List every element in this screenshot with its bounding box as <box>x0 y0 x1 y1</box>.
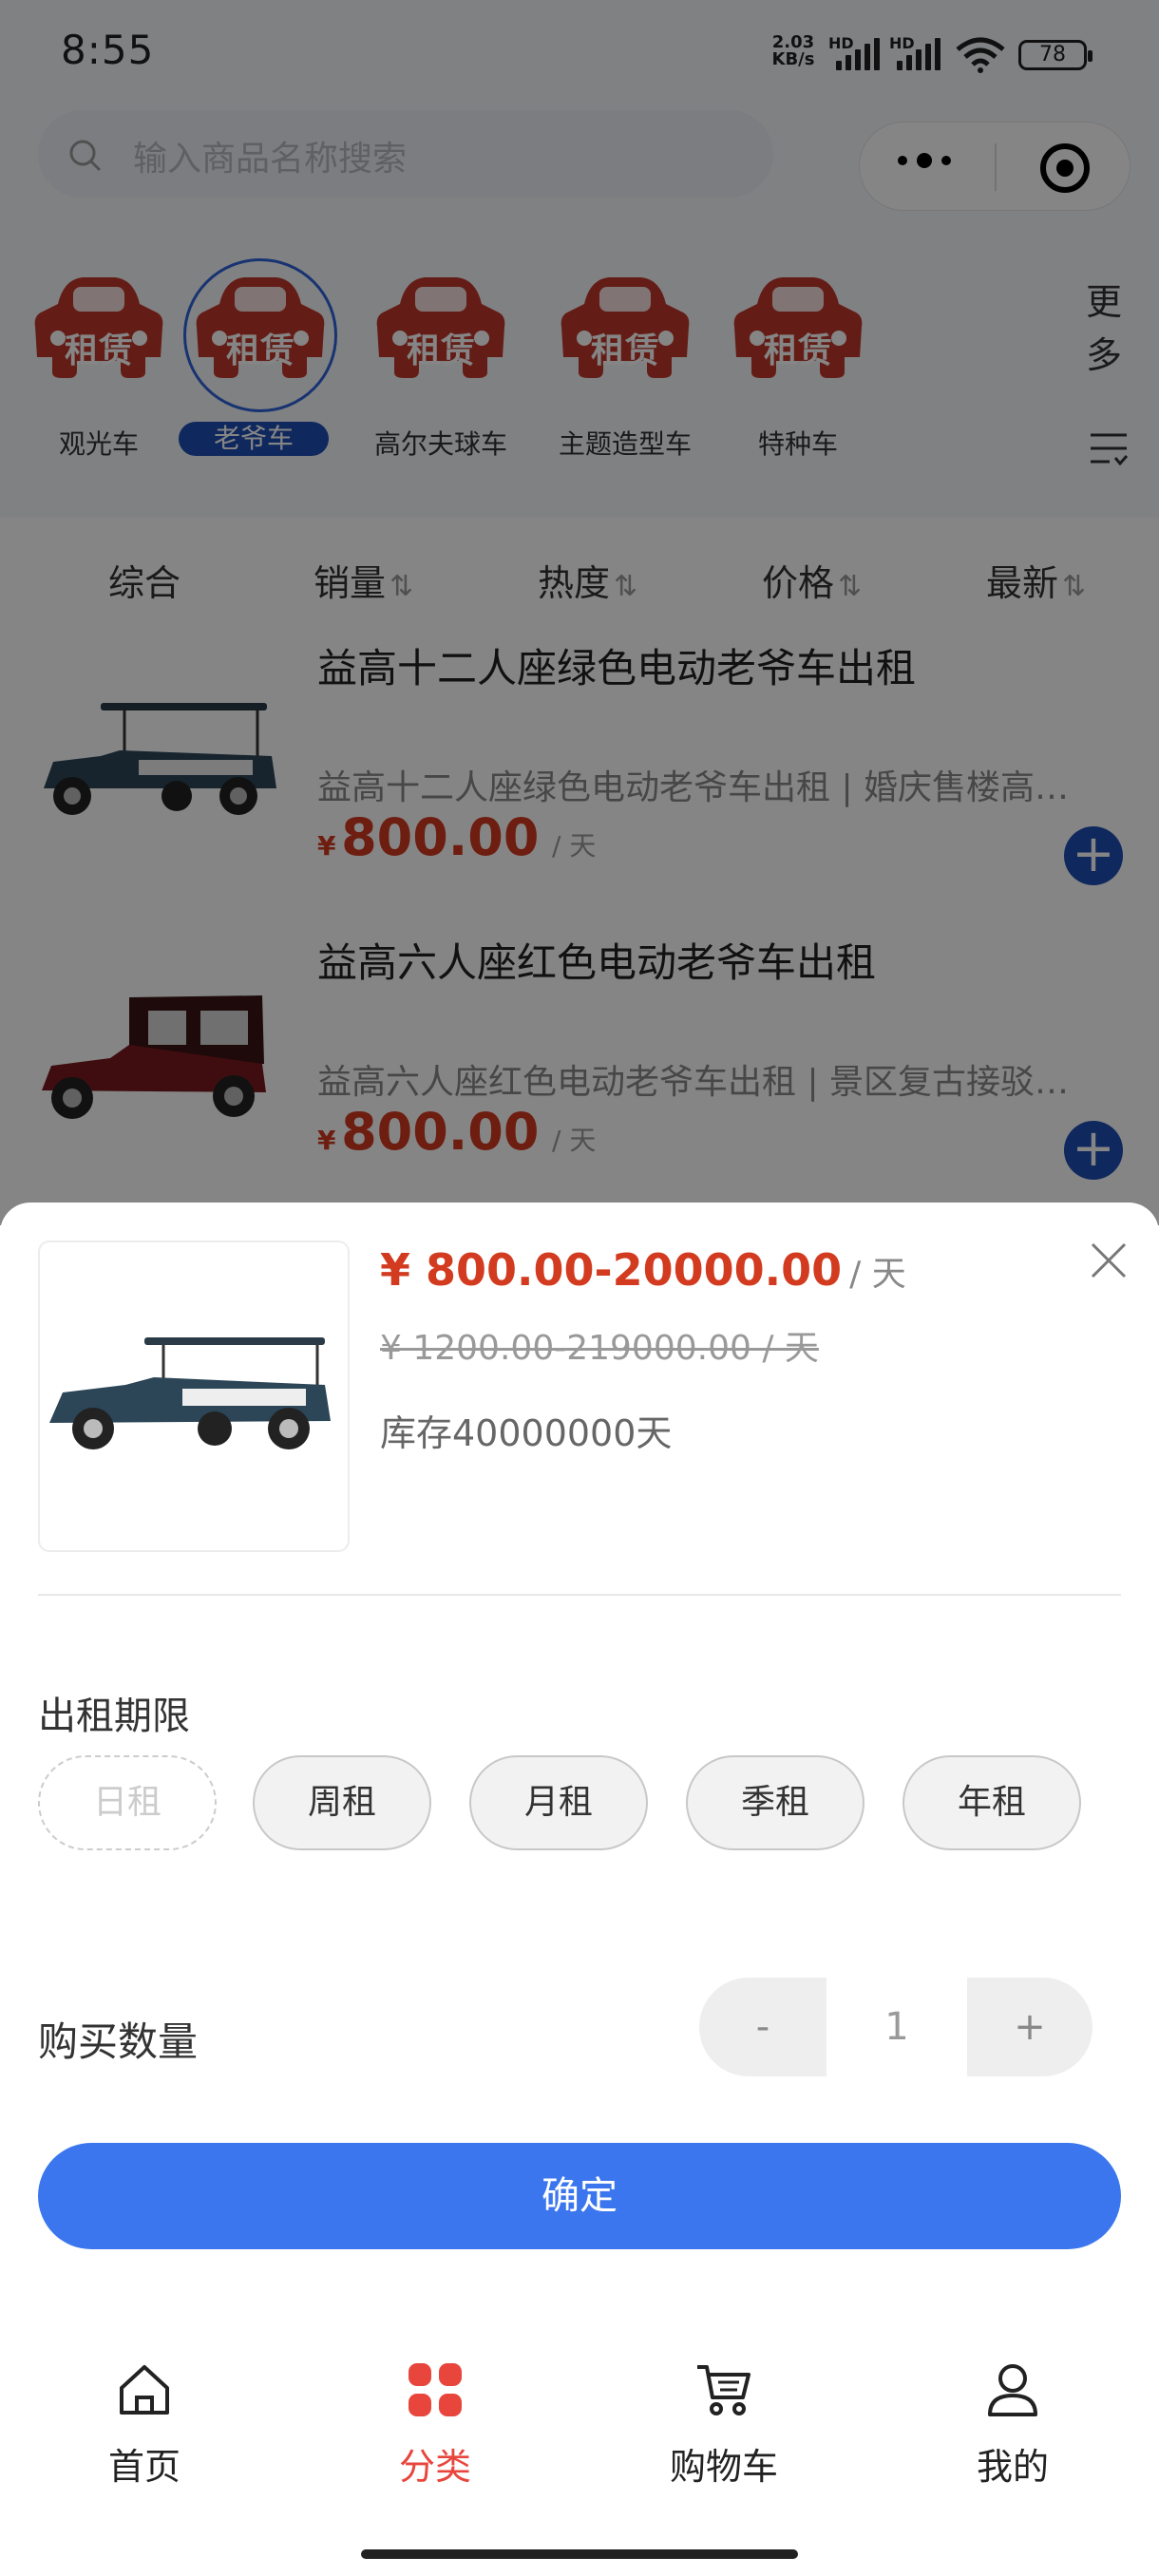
period-chip-quarterly[interactable]: 季租 <box>686 1755 864 1850</box>
cart-icon <box>697 2365 750 2415</box>
price-range: ¥ 800.00-20000.00 <box>380 1244 843 1296</box>
divider <box>38 1594 1121 1596</box>
category-icon <box>408 2363 462 2416</box>
quantity-stepper: - 1 + <box>699 1978 1092 2076</box>
home-indicator <box>361 2549 798 2559</box>
modal-overlay[interactable] <box>0 0 1159 1225</box>
user-icon <box>988 2364 1037 2416</box>
tab-mine[interactable]: 我的 <box>937 2359 1089 2490</box>
app-page: 8:55 2.03 KB/s HD HD 78 输入商品名称搜索 租赁 观光车 … <box>0 0 1159 2576</box>
period-chip-yearly[interactable]: 年租 <box>902 1755 1081 1850</box>
tab-home[interactable]: 首页 <box>68 2359 220 2490</box>
quantity-label: 购买数量 <box>38 2018 199 2065</box>
rental-period-label: 出租期限 <box>38 1695 190 1738</box>
period-chip-monthly[interactable]: 月租 <box>469 1755 648 1850</box>
home-icon <box>120 2365 169 2415</box>
tab-label: 购物车 <box>669 2446 778 2488</box>
stock-text: 库存40000000天 <box>380 1412 673 1454</box>
tab-category[interactable]: 分类 <box>359 2359 511 2490</box>
price-unit: / 天 <box>849 1255 906 1294</box>
tab-label: 我的 <box>976 2446 1049 2488</box>
period-chip-weekly[interactable]: 周租 <box>253 1755 431 1850</box>
confirm-button[interactable]: 确定 <box>38 2143 1121 2249</box>
period-chip-daily: 日租 <box>38 1755 217 1850</box>
sheet-price: ¥ 800.00-20000.00/ 天 <box>380 1244 906 1296</box>
bottom-tab-bar: 首页 分类 购物车 我的 <box>0 2318 1159 2536</box>
close-icon[interactable] <box>1085 1237 1132 1284</box>
quantity-input[interactable]: 1 <box>826 1978 967 2076</box>
sheet-product-image <box>38 1241 350 1552</box>
increase-button[interactable]: + <box>967 1978 1092 2076</box>
original-price: ¥ 1200.00-219000.00 / 天 <box>380 1329 819 1368</box>
decrease-button[interactable]: - <box>699 1978 826 2076</box>
tab-cart[interactable]: 购物车 <box>648 2359 800 2490</box>
tab-label: 首页 <box>107 2446 180 2488</box>
spec-selection-sheet: ¥ 800.00-20000.00/ 天 ¥ 1200.00-219000.00… <box>0 1203 1159 2576</box>
tab-label: 分类 <box>398 2446 471 2488</box>
